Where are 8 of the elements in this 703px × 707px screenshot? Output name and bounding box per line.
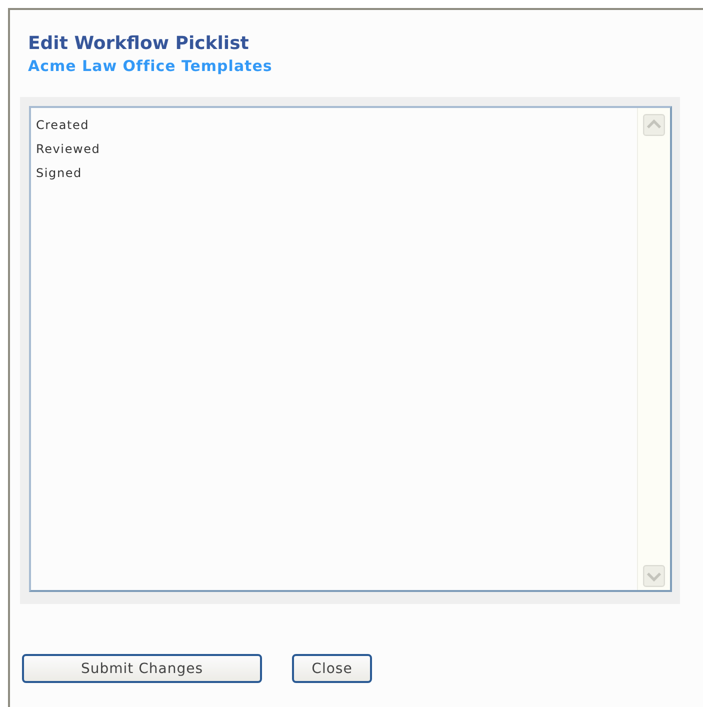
scrollbar[interactable] bbox=[637, 108, 670, 590]
scroll-down-icon[interactable] bbox=[640, 565, 668, 587]
dialog-title: Edit Workflow Picklist bbox=[28, 32, 250, 56]
picklist-field[interactable]: Created Reviewed Signed bbox=[29, 106, 672, 592]
close-button[interactable]: Close bbox=[292, 654, 372, 683]
scroll-up-icon[interactable] bbox=[640, 114, 668, 136]
dialog-subtitle: Acme Law Office Templates bbox=[28, 56, 274, 76]
submit-button[interactable]: Submit Changes bbox=[22, 654, 262, 683]
